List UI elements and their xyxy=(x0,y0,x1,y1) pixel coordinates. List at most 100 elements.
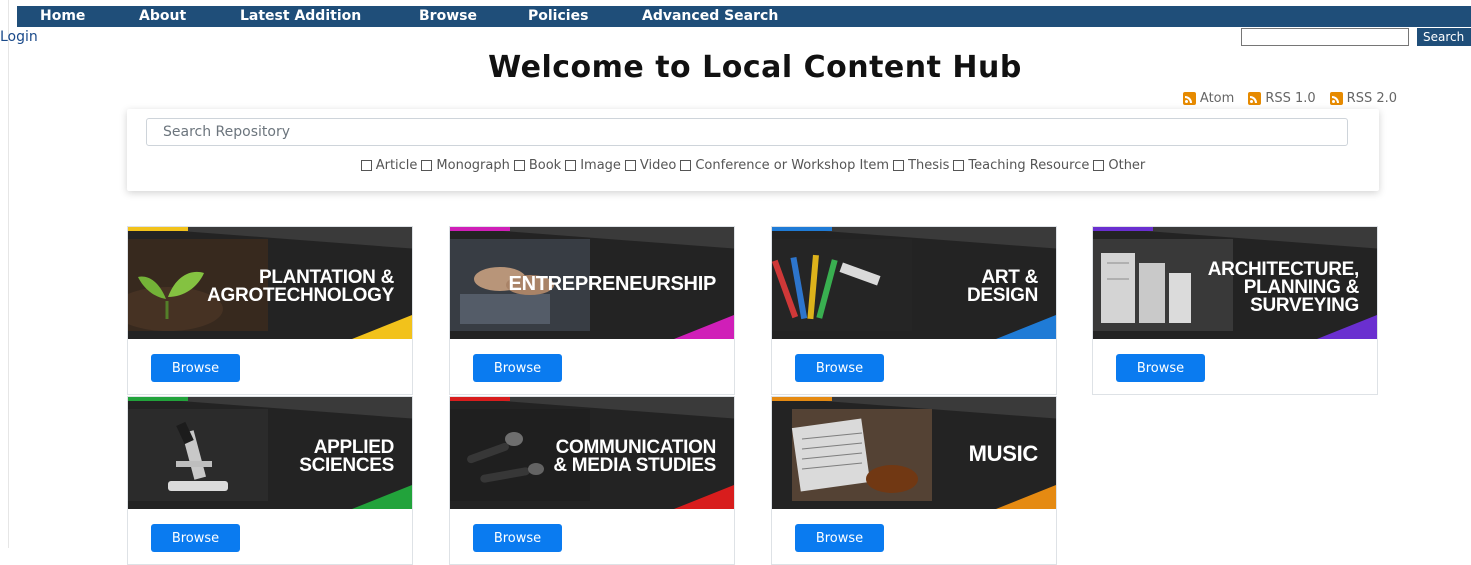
paint-brushes-icon xyxy=(772,239,912,331)
banner-caption: ART & DESIGN xyxy=(966,268,1038,306)
nav-browse[interactable]: Browse xyxy=(419,8,477,24)
checkbox[interactable] xyxy=(953,160,965,171)
rss-icon xyxy=(1329,92,1343,105)
banner-accent xyxy=(772,227,832,231)
feed-links: Atom RSS 1.0 RSS 2.0 xyxy=(1182,91,1397,106)
rss-icon xyxy=(1182,92,1196,105)
feed-label: RSS 1.0 xyxy=(1265,91,1316,106)
feed-label: RSS 2.0 xyxy=(1346,91,1397,106)
category-banner[interactable]: ART & DESIGN xyxy=(772,227,1056,339)
banner-accent xyxy=(450,397,510,401)
checkbox[interactable] xyxy=(565,160,577,171)
category-card-plantation: PLANTATION & AGROTECHNOLOGY Browse xyxy=(127,226,413,395)
banner-accent xyxy=(996,485,1056,509)
filter-thesis[interactable]: Thesis xyxy=(893,158,949,173)
category-card-architecture: ARCHITECTURE, PLANNING & SURVEYING Brows… xyxy=(1092,226,1378,395)
browse-button[interactable]: Browse xyxy=(795,354,884,382)
filter-monograph[interactable]: Monograph xyxy=(421,158,510,173)
feed-label: Atom xyxy=(1199,91,1235,106)
filter-other[interactable]: Other xyxy=(1093,158,1145,173)
filter-label: Article xyxy=(375,158,418,173)
checkbox[interactable] xyxy=(360,160,372,171)
top-nav: Home About Latest Addition Browse Polici… xyxy=(17,6,1471,27)
banner-caption: APPLIED SCIENCES xyxy=(299,438,394,476)
checkbox[interactable] xyxy=(513,160,525,171)
filter-label: Other xyxy=(1108,158,1146,173)
banner-caption: PLANTATION & AGROTECHNOLOGY xyxy=(207,268,394,306)
banner-accent xyxy=(674,315,734,339)
browse-button[interactable]: Browse xyxy=(1116,354,1205,382)
nav-policies[interactable]: Policies xyxy=(528,8,588,24)
banner-caption: ENTREPRENEURSHIP xyxy=(508,273,717,295)
banner-accent xyxy=(996,315,1056,339)
banner-accent xyxy=(352,315,412,339)
rss-icon xyxy=(1248,92,1262,105)
top-search-input[interactable] xyxy=(1241,28,1409,46)
category-card-music: MUSIC Browse xyxy=(771,396,1057,565)
filter-label: Teaching Resource xyxy=(968,158,1090,173)
filter-book[interactable]: Book xyxy=(513,158,562,173)
filter-conference[interactable]: Conference or Workshop Item xyxy=(680,158,889,173)
banner-caption: ARCHITECTURE, PLANNING & SURVEYING xyxy=(1208,260,1360,316)
nav-about[interactable]: About xyxy=(139,8,186,24)
microscope-icon xyxy=(128,409,268,501)
filter-label: Monograph xyxy=(436,158,510,173)
nav-home[interactable]: Home xyxy=(40,8,85,24)
caption-line: SCIENCES xyxy=(299,455,394,476)
banner-accent xyxy=(128,397,188,401)
banner-accent xyxy=(674,485,734,509)
filter-label: Image xyxy=(580,158,621,173)
feed-rss1[interactable]: RSS 1.0 xyxy=(1248,91,1316,106)
filter-teaching-resource[interactable]: Teaching Resource xyxy=(953,158,1089,173)
filter-label: Video xyxy=(639,158,677,173)
caption-line: ENTREPRENEURSHIP xyxy=(508,273,717,295)
banner-accent xyxy=(450,227,510,231)
banner-accent xyxy=(128,227,188,231)
checkbox[interactable] xyxy=(624,160,636,171)
banner-caption: COMMUNICATION & MEDIA STUDIES xyxy=(553,438,716,476)
checkbox[interactable] xyxy=(1093,160,1105,171)
category-banner[interactable]: ENTREPRENEURSHIP xyxy=(450,227,734,339)
category-card-art-design: ART & DESIGN Browse xyxy=(771,226,1057,395)
category-banner[interactable]: APPLIED SCIENCES xyxy=(128,397,412,509)
category-banner[interactable]: MUSIC xyxy=(772,397,1056,509)
filter-label: Conference or Workshop Item xyxy=(695,158,890,173)
filter-video[interactable]: Video xyxy=(624,158,677,173)
checkbox[interactable] xyxy=(680,160,692,171)
category-card-communication: COMMUNICATION & MEDIA STUDIES Browse xyxy=(449,396,735,565)
search-panel: Article Monograph Book Image Video Confe… xyxy=(127,109,1379,191)
banner-accent xyxy=(352,485,412,509)
type-filters: Article Monograph Book Image Video Confe… xyxy=(127,158,1379,173)
login-link[interactable]: Login xyxy=(0,29,38,45)
filter-image[interactable]: Image xyxy=(565,158,621,173)
nav-latest-addition[interactable]: Latest Addition xyxy=(240,8,361,24)
filter-label: Thesis xyxy=(908,158,950,173)
browse-button[interactable]: Browse xyxy=(473,354,562,382)
repository-search-input[interactable] xyxy=(146,118,1348,146)
caption-line: MUSIC xyxy=(968,441,1039,466)
banner-accent xyxy=(772,397,832,401)
filter-label: Book xyxy=(528,158,562,173)
caption-line: & MEDIA STUDIES xyxy=(553,455,716,476)
filter-article[interactable]: Article xyxy=(360,158,418,173)
banner-accent xyxy=(1317,315,1377,339)
nav-advanced-search[interactable]: Advanced Search xyxy=(642,8,778,24)
banner-accent xyxy=(1093,227,1153,231)
category-card-applied-sciences: APPLIED SCIENCES Browse xyxy=(127,396,413,565)
browse-button[interactable]: Browse xyxy=(151,354,240,382)
page-title: Welcome to Local Content Hub xyxy=(488,50,1022,85)
category-card-entrepreneurship: ENTREPRENEURSHIP Browse xyxy=(449,226,735,395)
category-banner[interactable]: PLANTATION & AGROTECHNOLOGY xyxy=(128,227,412,339)
caption-line: DESIGN xyxy=(966,285,1038,306)
top-search-button[interactable]: Search xyxy=(1417,28,1471,46)
caption-line: SURVEYING xyxy=(1250,295,1359,316)
checkbox[interactable] xyxy=(893,160,905,171)
caption-line: AGROTECHNOLOGY xyxy=(207,285,394,306)
checkbox[interactable] xyxy=(421,160,433,171)
sheet-music-icon xyxy=(791,409,932,501)
category-banner[interactable]: ARCHITECTURE, PLANNING & SURVEYING xyxy=(1093,227,1377,339)
feed-rss2[interactable]: RSS 2.0 xyxy=(1329,91,1397,106)
feed-atom[interactable]: Atom xyxy=(1182,91,1235,106)
banner-caption: MUSIC xyxy=(968,441,1039,466)
category-banner[interactable]: COMMUNICATION & MEDIA STUDIES xyxy=(450,397,734,509)
